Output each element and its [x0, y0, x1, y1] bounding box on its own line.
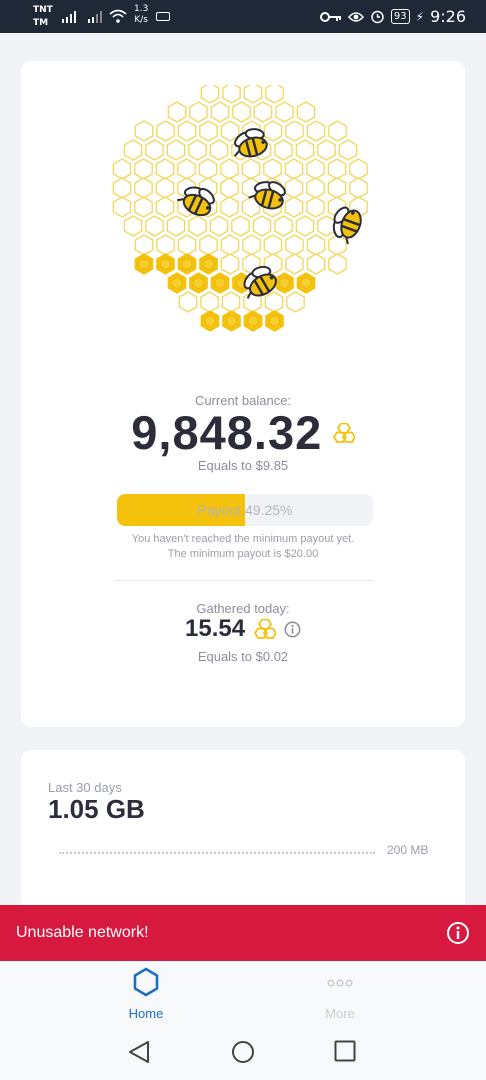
- info-icon[interactable]: [446, 921, 470, 945]
- payout-progress-bar: Payout 49.25%: [117, 494, 373, 526]
- signal-icon: [88, 11, 102, 23]
- hive-illustration: [108, 85, 373, 335]
- eye-icon: [347, 11, 364, 22]
- carrier-label: TNT TM: [33, 5, 53, 28]
- honeycomb-coin-icon: [332, 422, 356, 443]
- honeycomb-cell: [249, 98, 277, 126]
- honeycomb-cell: [205, 136, 233, 164]
- honeycomb-cell: [312, 136, 341, 164]
- honeycomb-cell: [108, 193, 136, 221]
- gathered-value: 15.54: [185, 615, 246, 642]
- bottom-tab-bar: Home More: [0, 961, 486, 1023]
- honeycomb-cell: [216, 250, 244, 278]
- tab-more[interactable]: More: [290, 967, 390, 1021]
- honeycomb-cell: [291, 212, 319, 240]
- honeycomb-cell: [269, 212, 298, 240]
- honeycomb-cell: [183, 212, 212, 240]
- honeycomb-cell: [119, 212, 147, 240]
- honeycomb-cell: [248, 212, 276, 240]
- wifi-icon: [109, 9, 127, 23]
- honeycomb-cell: [323, 117, 352, 145]
- recents-icon[interactable]: [334, 1040, 356, 1062]
- back-icon[interactable]: [128, 1040, 150, 1064]
- gathered-equivalent: Equals to $0.02: [197, 649, 289, 664]
- honeycomb-cell: [174, 288, 202, 316]
- honeycomb-cell: [183, 136, 212, 164]
- payout-note: You haven't reached the minimum payout y…: [131, 533, 355, 560]
- more-dots-icon: [327, 979, 353, 987]
- honeycomb-coin-icon: [253, 618, 277, 639]
- honeycomb-cell: [173, 117, 201, 145]
- honeycomb-cell: [163, 98, 191, 126]
- honeycomb-cell: [162, 212, 190, 240]
- honeycomb-cell: [302, 117, 330, 145]
- key-icon: [319, 11, 341, 22]
- balance-card: Current balance: 9,848.32 Equals to $9.8…: [21, 61, 465, 727]
- honeycomb-cell: [334, 136, 362, 164]
- status-bar: TNT TM 1.3 K/s 93 ⚡ 9:26: [0, 0, 486, 33]
- honeycomb-cell: [130, 117, 158, 145]
- tab-home-label: Home: [128, 1006, 164, 1021]
- honeycomb-cell: [215, 193, 244, 221]
- honeycomb-cell: [302, 250, 330, 278]
- charging-icon: ⚡: [415, 9, 425, 24]
- tab-more-label: More: [325, 1006, 355, 1021]
- honeycomb-cell: [227, 98, 256, 126]
- balance-equivalent: Equals to $9.85: [197, 458, 289, 473]
- clock: 9:26: [430, 7, 466, 26]
- balance-value: 9,848.32: [131, 406, 323, 459]
- traffic-scale-label: 200 MB: [387, 843, 429, 857]
- home-circle-icon[interactable]: [231, 1040, 255, 1064]
- honeycomb-cell: [269, 136, 298, 164]
- payout-progress-label: Payout 49.25%: [197, 502, 293, 518]
- honeycomb-cell: [280, 193, 308, 221]
- traffic-period-label: Last 30 days: [48, 780, 122, 795]
- alarm-icon: [371, 10, 384, 24]
- honeycomb-cell: [206, 98, 234, 126]
- gathered-label: Gathered today:: [196, 601, 290, 616]
- signal-icon: [62, 11, 76, 23]
- honeycomb-cell: [226, 212, 255, 240]
- honeycomb-cell: [140, 136, 169, 164]
- honeycomb-cell: [140, 212, 169, 240]
- alert-message: Unusable network!: [16, 924, 149, 941]
- honeycomb-cell: [151, 193, 179, 221]
- honeycomb-cell: [129, 193, 158, 221]
- honeycomb-cell: [184, 98, 213, 126]
- honeycomb-cell: [281, 288, 310, 316]
- traffic-gridline: [59, 852, 375, 854]
- honeycomb-cell: [205, 212, 233, 240]
- network-speed: 1.3 K/s: [134, 4, 149, 25]
- honeycomb-cell: [194, 117, 223, 145]
- battery-indicator: 93: [390, 9, 410, 24]
- honeycomb-cell: [291, 136, 319, 164]
- honeycomb-cell: [280, 250, 309, 278]
- honeycomb-cell: [301, 193, 330, 221]
- info-icon[interactable]: [284, 621, 301, 638]
- honeycomb-cell: [119, 136, 147, 164]
- traffic-value: 1.05 GB: [48, 794, 145, 824]
- hexagon-icon: [133, 967, 159, 997]
- honeycomb-cell: [280, 117, 309, 145]
- nfc-icon: [156, 12, 170, 21]
- honeycomb-cell: [270, 98, 299, 126]
- tab-home[interactable]: Home: [96, 967, 196, 1021]
- honeycomb-cell: [292, 98, 320, 126]
- network-alert-banner[interactable]: Unusable network!: [0, 905, 486, 961]
- divider: [115, 580, 373, 581]
- honeycomb-cell: [162, 136, 190, 164]
- honeycomb-cell: [151, 117, 180, 145]
- system-nav-bar: [0, 1023, 486, 1080]
- honeycomb-cell: [323, 250, 352, 278]
